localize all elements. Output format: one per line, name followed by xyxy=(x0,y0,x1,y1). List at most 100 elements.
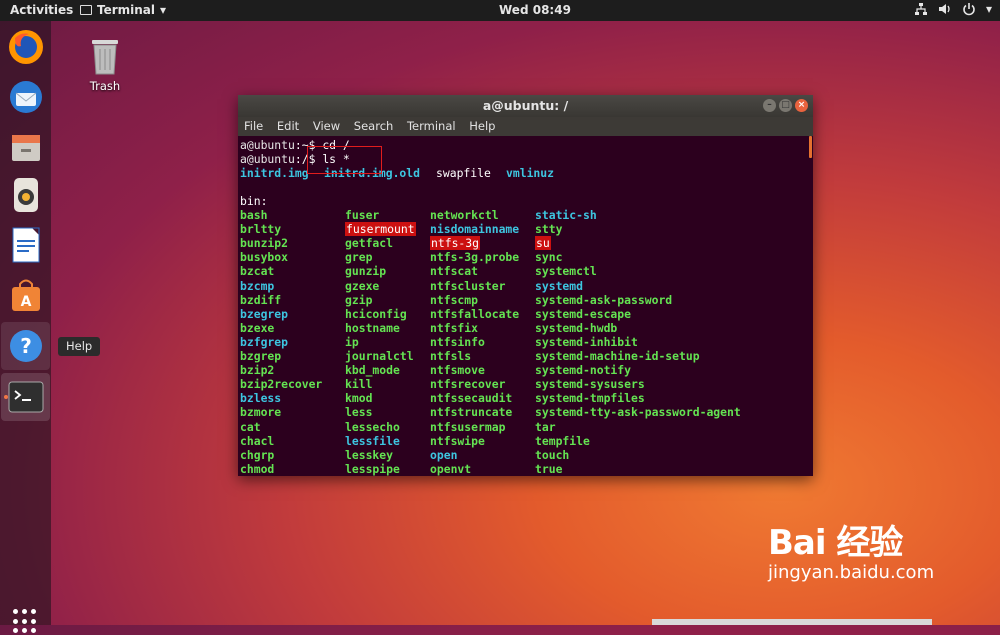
window-titlebar[interactable]: a@ubuntu: / – □ × xyxy=(238,95,813,117)
bin-header: bin: xyxy=(240,194,268,208)
desktop-trash[interactable]: Trash xyxy=(84,36,126,93)
file-entry: ntfsmove xyxy=(430,363,485,378)
file-entry: gzexe xyxy=(345,278,380,293)
file-entry: openvt xyxy=(430,461,472,476)
file-entry: lessecho xyxy=(345,419,400,434)
annotation-highlight-box xyxy=(307,146,382,174)
app-menu[interactable]: Terminal ▾ xyxy=(80,3,166,17)
close-button[interactable]: × xyxy=(795,99,808,112)
file-entry: cat xyxy=(240,419,261,434)
file-entry: ntfswipe xyxy=(430,433,485,448)
file-entry: chmod xyxy=(240,461,275,476)
dock-terminal[interactable] xyxy=(1,373,50,421)
file-entry: less xyxy=(345,405,373,420)
file-entry: sync xyxy=(535,250,563,265)
file-entry: grep xyxy=(345,250,373,265)
file-entry: chacl xyxy=(240,433,275,448)
file-entry: tempfile xyxy=(535,433,590,448)
dock-ubuntu-software[interactable]: A xyxy=(1,271,50,319)
menu-edit[interactable]: Edit xyxy=(277,119,299,133)
file-entry: busybox xyxy=(240,250,289,265)
dock-help[interactable]: ? xyxy=(1,322,50,370)
file-entry: true xyxy=(535,461,563,476)
running-indicator xyxy=(4,395,8,399)
file-entry: initrd.img xyxy=(240,166,309,180)
shopping-bag-icon: A xyxy=(11,279,40,311)
svg-text:A: A xyxy=(20,294,31,310)
file-entry: systemd-tmpfiles xyxy=(535,391,645,406)
file-entry: systemd-tty-ask-password-agent xyxy=(535,405,741,420)
file-entry: systemd-inhibit xyxy=(535,334,638,349)
file-entry: bzgrep xyxy=(240,349,282,363)
file-entry: hciconfig xyxy=(345,306,407,321)
file-entry: ntfsusermap xyxy=(430,419,506,434)
minimize-button[interactable]: – xyxy=(763,99,776,112)
prompt-sep: : xyxy=(294,152,302,166)
file-entry: lessfile xyxy=(345,433,400,448)
dock-libreoffice-writer[interactable] xyxy=(1,221,50,269)
file-entry: systemctl xyxy=(535,264,597,279)
clock[interactable]: Wed 08:49 xyxy=(499,3,571,17)
file-entry: ip xyxy=(345,334,359,349)
terminal-window[interactable]: a@ubuntu: / – □ × File Edit View Search … xyxy=(238,95,813,476)
chevron-down-icon: ▾ xyxy=(985,2,992,16)
menu-view[interactable]: View xyxy=(313,119,340,133)
file-entry: swapfile xyxy=(436,166,491,180)
terminal-output[interactable]: a@ubuntu:~$ cd / a@ubuntu:/$ ls * initrd… xyxy=(239,136,805,476)
dock-thunderbird[interactable] xyxy=(1,73,50,121)
file-entry: bzip2recover xyxy=(240,377,323,392)
trash-label: Trash xyxy=(89,79,121,93)
file-entry: bzdiff xyxy=(240,292,282,307)
power-icon xyxy=(963,3,975,16)
file-entry: lesskey xyxy=(345,447,394,462)
file-entry: bunzip2 xyxy=(240,236,289,251)
file-entry: bzless xyxy=(240,391,282,406)
watermark-url: jingyan.baidu.com xyxy=(768,562,935,583)
file-entry: su xyxy=(535,236,551,251)
dock-rhythmbox[interactable] xyxy=(1,171,50,219)
system-status-area[interactable]: ▾ xyxy=(914,2,992,16)
file-entry: bzexe xyxy=(240,320,275,335)
file-entry: open xyxy=(430,447,458,462)
prompt-user: a@ubuntu xyxy=(240,138,295,152)
file-entry: ntfsls xyxy=(430,349,472,363)
file-entry: hostname xyxy=(345,320,400,335)
menu-search[interactable]: Search xyxy=(354,119,394,133)
window-title: a@ubuntu: / xyxy=(482,98,569,113)
scrollbar[interactable] xyxy=(809,136,812,158)
file-entry: fuser xyxy=(345,208,380,222)
file-entry: journalctl xyxy=(345,349,414,363)
file-entry: stty xyxy=(535,222,563,237)
file-entry: bzmore xyxy=(240,405,282,420)
network-icon xyxy=(914,3,927,15)
trash-icon xyxy=(92,40,118,75)
dock-files[interactable] xyxy=(1,123,50,171)
file-entry: bzcat xyxy=(240,264,275,279)
top-bar: Activities Terminal ▾ Wed 08:49 ▾ xyxy=(0,0,1000,21)
maximize-button[interactable]: □ xyxy=(779,99,792,112)
file-entry: networkctl xyxy=(430,208,499,222)
menu-help[interactable]: Help xyxy=(469,119,495,133)
file-entry: lesspipe xyxy=(345,461,400,476)
file-entry: systemd-sysusers xyxy=(535,377,645,392)
file-entry: kbd_mode xyxy=(345,363,400,378)
file-entry: systemd-hwdb xyxy=(535,320,618,335)
file-entry: bzcmp xyxy=(240,278,275,293)
prompt-user: a@ubuntu xyxy=(240,152,295,166)
menu-file[interactable]: File xyxy=(244,119,263,133)
file-entry: ntfsfallocate xyxy=(430,306,520,321)
show-applications-button[interactable] xyxy=(13,609,39,635)
file-entry: nisdomainname xyxy=(430,222,520,237)
menu-terminal[interactable]: Terminal xyxy=(407,119,456,133)
speaker-icon xyxy=(13,178,38,212)
thunderbird-icon xyxy=(9,81,42,113)
app-menu-label: Terminal xyxy=(97,3,156,17)
volume-icon xyxy=(938,4,950,14)
file-entry: brltty xyxy=(240,222,282,237)
firefox-icon xyxy=(8,30,43,64)
activities-button[interactable]: Activities xyxy=(10,3,73,17)
dock-firefox[interactable] xyxy=(1,23,50,71)
file-entry: kill xyxy=(345,377,373,392)
file-entry: ntfscluster xyxy=(430,278,506,293)
file-entry: static-sh xyxy=(535,208,597,222)
